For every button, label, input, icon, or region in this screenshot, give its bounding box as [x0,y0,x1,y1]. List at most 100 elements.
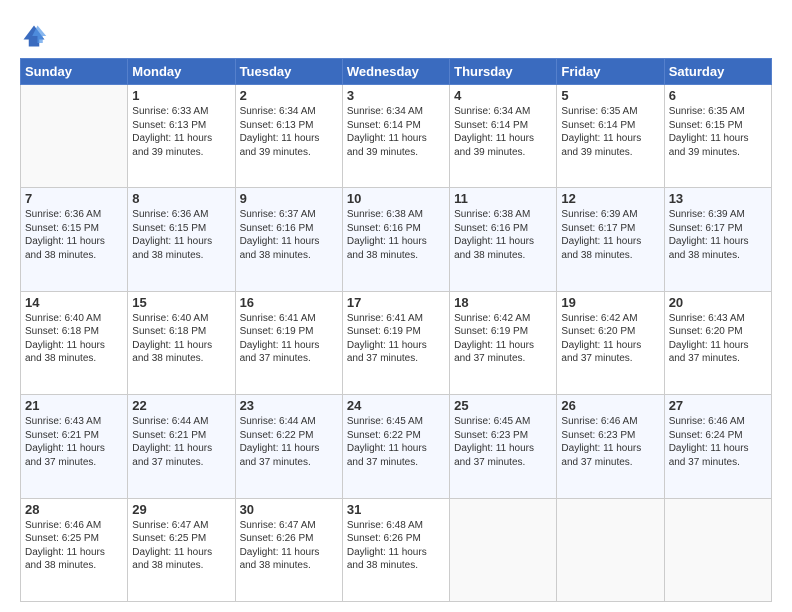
day-info: Sunrise: 6:43 AM Sunset: 6:21 PM Dayligh… [25,415,123,469]
day-number: 10 [347,191,445,206]
calendar-week-row: 1 Sunrise: 6:33 AM Sunset: 6:13 PM Daylig… [21,85,772,188]
day-number: 15 [132,295,230,310]
day-info: Sunrise: 6:41 AM Sunset: 6:19 PM Dayligh… [347,312,445,366]
day-number: 21 [25,398,123,413]
calendar-cell: 22 Sunrise: 6:44 AM Sunset: 6:21 PM Dayli… [128,395,235,498]
calendar-week-row: 21 Sunrise: 6:43 AM Sunset: 6:21 PM Dayli… [21,395,772,498]
calendar-cell: 27 Sunrise: 6:46 AM Sunset: 6:24 PM Dayli… [664,395,771,498]
day-number: 22 [132,398,230,413]
day-info: Sunrise: 6:38 AM Sunset: 6:16 PM Dayligh… [454,208,552,262]
day-number: 2 [240,88,338,103]
day-number: 28 [25,502,123,517]
day-info: Sunrise: 6:34 AM Sunset: 6:14 PM Dayligh… [347,105,445,159]
calendar-cell: 4Sunrise: 6:34 AM Sunset: 6:14 PM Daylig… [450,85,557,188]
calendar-cell: 23Sunrise: 6:44 AM Sunset: 6:22 PM Dayli… [235,395,342,498]
calendar-cell: 17 Sunrise: 6:41 AM Sunset: 6:19 PM Dayli… [342,291,449,394]
day-info: Sunrise: 6:36 AM Sunset: 6:15 PM Dayligh… [132,208,230,262]
calendar-cell: 13 Sunrise: 6:39 AM Sunset: 6:17 PM Dayli… [664,188,771,291]
day-number: 8 [132,191,230,206]
day-info: Sunrise: 6:47 AM Sunset: 6:25 PM Dayligh… [132,519,230,573]
day-number: 23 [240,398,338,413]
day-number: 31 [347,502,445,517]
day-info: Sunrise: 6:42 AM Sunset: 6:20 PM Dayligh… [561,312,659,366]
calendar-cell: 30 Sunrise: 6:47 AM Sunset: 6:26 PM Dayli… [235,498,342,601]
weekday-header-saturday: Saturday [664,59,771,85]
day-number: 20 [669,295,767,310]
calendar-cell: 29Sunrise: 6:47 AM Sunset: 6:25 PM Dayli… [128,498,235,601]
calendar-cell: 5 Sunrise: 6:35 AM Sunset: 6:14 PM Daylig… [557,85,664,188]
calendar-cell: 6 Sunrise: 6:35 AM Sunset: 6:15 PM Daylig… [664,85,771,188]
weekday-header-monday: Monday [128,59,235,85]
day-info: Sunrise: 6:45 AM Sunset: 6:23 PM Dayligh… [454,415,552,469]
calendar-cell: 24 Sunrise: 6:45 AM Sunset: 6:22 PM Dayli… [342,395,449,498]
day-number: 3 [347,88,445,103]
calendar-cell: 31 Sunrise: 6:48 AM Sunset: 6:26 PM Dayli… [342,498,449,601]
day-info: Sunrise: 6:42 AM Sunset: 6:19 PM Dayligh… [454,312,552,366]
calendar-cell: 9 Sunrise: 6:37 AM Sunset: 6:16 PM Daylig… [235,188,342,291]
calendar-cell: 21 Sunrise: 6:43 AM Sunset: 6:21 PM Dayli… [21,395,128,498]
day-info: Sunrise: 6:40 AM Sunset: 6:18 PM Dayligh… [132,312,230,366]
logo-icon [20,22,48,50]
calendar-cell: 25 Sunrise: 6:45 AM Sunset: 6:23 PM Dayli… [450,395,557,498]
day-number: 17 [347,295,445,310]
day-number: 12 [561,191,659,206]
day-info: Sunrise: 6:39 AM Sunset: 6:17 PM Dayligh… [669,208,767,262]
day-number: 24 [347,398,445,413]
calendar-cell: 8 Sunrise: 6:36 AM Sunset: 6:15 PM Daylig… [128,188,235,291]
calendar-week-row: 28 Sunrise: 6:46 AM Sunset: 6:25 PM Dayli… [21,498,772,601]
day-number: 14 [25,295,123,310]
calendar-week-row: 14 Sunrise: 6:40 AM Sunset: 6:18 PM Dayli… [21,291,772,394]
day-info: Sunrise: 6:35 AM Sunset: 6:15 PM Dayligh… [669,105,767,159]
day-number: 26 [561,398,659,413]
day-number: 16 [240,295,338,310]
calendar-cell [21,85,128,188]
day-info: Sunrise: 6:38 AM Sunset: 6:16 PM Dayligh… [347,208,445,262]
day-number: 5 [561,88,659,103]
day-info: Sunrise: 6:46 AM Sunset: 6:24 PM Dayligh… [669,415,767,469]
day-info: Sunrise: 6:48 AM Sunset: 6:26 PM Dayligh… [347,519,445,573]
day-info: Sunrise: 6:36 AM Sunset: 6:15 PM Dayligh… [25,208,123,262]
calendar-cell: 19 Sunrise: 6:42 AM Sunset: 6:20 PM Dayli… [557,291,664,394]
day-number: 7 [25,191,123,206]
day-number: 6 [669,88,767,103]
day-info: Sunrise: 6:40 AM Sunset: 6:18 PM Dayligh… [25,312,123,366]
day-number: 13 [669,191,767,206]
weekday-header-tuesday: Tuesday [235,59,342,85]
calendar-cell: 28 Sunrise: 6:46 AM Sunset: 6:25 PM Dayli… [21,498,128,601]
day-info: Sunrise: 6:35 AM Sunset: 6:14 PM Dayligh… [561,105,659,159]
day-info: Sunrise: 6:37 AM Sunset: 6:16 PM Dayligh… [240,208,338,262]
day-info: Sunrise: 6:45 AM Sunset: 6:22 PM Dayligh… [347,415,445,469]
calendar-cell: 12Sunrise: 6:39 AM Sunset: 6:17 PM Dayli… [557,188,664,291]
logo [20,22,52,50]
day-number: 27 [669,398,767,413]
calendar-cell: 14 Sunrise: 6:40 AM Sunset: 6:18 PM Dayli… [21,291,128,394]
calendar-cell [664,498,771,601]
calendar-cell: 15 Sunrise: 6:40 AM Sunset: 6:18 PM Dayli… [128,291,235,394]
day-number: 1 [132,88,230,103]
calendar-cell: 16 Sunrise: 6:41 AM Sunset: 6:19 PM Dayli… [235,291,342,394]
calendar-cell: 11 Sunrise: 6:38 AM Sunset: 6:16 PM Dayli… [450,188,557,291]
day-number: 11 [454,191,552,206]
header [20,18,772,50]
calendar-cell: 18 Sunrise: 6:42 AM Sunset: 6:19 PM Dayli… [450,291,557,394]
day-info: Sunrise: 6:33 AM Sunset: 6:13 PM Dayligh… [132,105,230,159]
day-info: Sunrise: 6:47 AM Sunset: 6:26 PM Dayligh… [240,519,338,573]
calendar-cell: 20Sunrise: 6:43 AM Sunset: 6:20 PM Dayli… [664,291,771,394]
day-number: 25 [454,398,552,413]
day-info: Sunrise: 6:46 AM Sunset: 6:25 PM Dayligh… [25,519,123,573]
day-number: 9 [240,191,338,206]
calendar-cell: 1 Sunrise: 6:33 AM Sunset: 6:13 PM Daylig… [128,85,235,188]
calendar-cell: 7 Sunrise: 6:36 AM Sunset: 6:15 PM Daylig… [21,188,128,291]
day-number: 18 [454,295,552,310]
day-number: 19 [561,295,659,310]
calendar-cell: 26Sunrise: 6:46 AM Sunset: 6:23 PM Dayli… [557,395,664,498]
day-info: Sunrise: 6:44 AM Sunset: 6:21 PM Dayligh… [132,415,230,469]
day-info: Sunrise: 6:41 AM Sunset: 6:19 PM Dayligh… [240,312,338,366]
weekday-header-wednesday: Wednesday [342,59,449,85]
calendar-table: SundayMondayTuesdayWednesdayThursdayFrid… [20,58,772,602]
day-number: 4 [454,88,552,103]
weekday-header-friday: Friday [557,59,664,85]
day-number: 30 [240,502,338,517]
weekday-header-row: SundayMondayTuesdayWednesdayThursdayFrid… [21,59,772,85]
day-info: Sunrise: 6:34 AM Sunset: 6:13 PM Dayligh… [240,105,338,159]
